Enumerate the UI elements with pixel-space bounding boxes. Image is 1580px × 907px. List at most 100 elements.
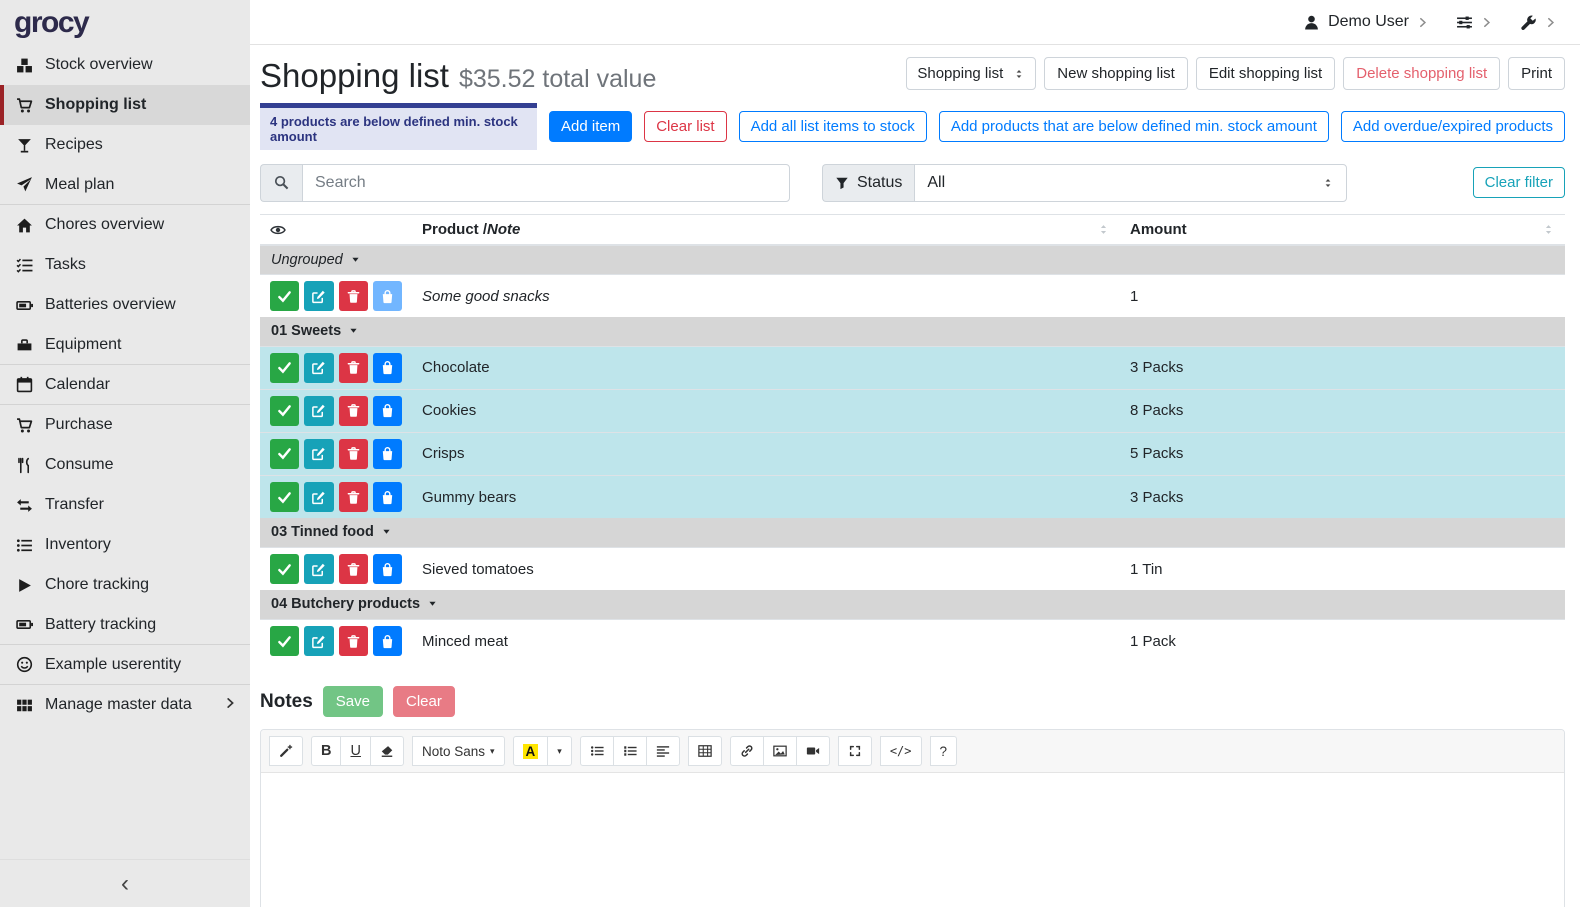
edit-icon (311, 490, 326, 505)
sidebar-item-calendar[interactable]: Calendar (0, 365, 250, 405)
sidebar-item-example-userentity[interactable]: Example userentity (0, 645, 250, 685)
group-header-01-sweets[interactable]: 01 Sweets (260, 317, 1565, 346)
add-row-to-stock-button[interactable] (373, 482, 402, 512)
status-filter-label: Status (822, 164, 914, 202)
sidebar-item-chores-overview[interactable]: Chores overview (0, 205, 250, 245)
edit-row-button[interactable] (304, 554, 333, 584)
sidebar-item-batteries-overview[interactable]: Batteries overview (0, 285, 250, 325)
add-overdue-expired-products-button[interactable]: Add overdue/expired products (1341, 111, 1565, 142)
mark-row-done-button[interactable] (270, 353, 299, 383)
mark-row-done-button[interactable] (270, 626, 299, 656)
editor-text-area[interactable] (261, 773, 1564, 907)
edit-shopping-list-button[interactable]: Edit shopping list (1196, 57, 1335, 90)
user-menu[interactable]: Demo User (1303, 13, 1428, 31)
sidebar-item-inventory[interactable]: Inventory (0, 525, 250, 565)
sort-icon[interactable] (1097, 223, 1110, 236)
bold-button[interactable]: B (311, 736, 341, 766)
sidebar-item-manage-master-data[interactable]: Manage master data (0, 685, 250, 725)
clear-filter-button[interactable]: Clear filter (1473, 167, 1565, 198)
notes-section-header: Notes Save Clear (260, 686, 1565, 717)
add-row-to-stock-button[interactable] (373, 626, 402, 656)
add-row-to-stock-button[interactable] (373, 353, 402, 383)
sort-icon[interactable] (1542, 223, 1555, 236)
sidebar-item-chore-tracking[interactable]: Chore tracking (0, 565, 250, 605)
mark-row-done-button[interactable] (270, 396, 299, 426)
mark-row-done-button[interactable] (270, 554, 299, 584)
insert-table-button[interactable] (688, 736, 722, 766)
insert-link-button[interactable] (730, 736, 764, 766)
add-products-that-are-below-defined-min-stock-amount-button[interactable]: Add products that are below defined min.… (939, 111, 1329, 142)
sidebar-item-battery-tracking[interactable]: Battery tracking (0, 605, 250, 645)
add-all-list-items-to-stock-button[interactable]: Add all list items to stock (739, 111, 927, 142)
add-row-to-stock-button[interactable] (373, 281, 402, 311)
clear-list-button[interactable]: Clear list (644, 111, 726, 142)
grocy-logo[interactable]: grocy (14, 6, 88, 40)
notes-clear-button[interactable]: Clear (393, 686, 455, 717)
ordered-list-button[interactable] (613, 736, 647, 766)
magic-style-button[interactable] (269, 736, 303, 766)
sidebar-item-recipes[interactable]: Recipes (0, 125, 250, 165)
edit-row-button[interactable] (304, 439, 333, 469)
delete-row-button[interactable] (339, 396, 368, 426)
sidebar-item-meal-plan[interactable]: Meal plan (0, 165, 250, 205)
caret-down-icon (350, 253, 361, 269)
add-row-to-stock-button[interactable] (373, 439, 402, 469)
settings-menu[interactable] (1456, 14, 1492, 31)
chevron-right-icon (1545, 17, 1556, 28)
admin-menu[interactable] (1520, 14, 1556, 31)
status-filter-select[interactable]: All (914, 164, 1347, 202)
clear-formatting-button[interactable] (370, 736, 404, 766)
delete-row-button[interactable] (339, 626, 368, 656)
edit-row-button[interactable] (304, 626, 333, 656)
sidebar-item-equipment[interactable]: Equipment (0, 325, 250, 365)
edit-icon (311, 289, 326, 304)
delete-row-button[interactable] (339, 353, 368, 383)
sidebar-item-stock-overview[interactable]: Stock overview (0, 45, 250, 85)
group-header-04-butchery-products[interactable]: 04 Butchery products (260, 590, 1565, 619)
edit-row-button[interactable] (304, 281, 333, 311)
sidebar-collapse-button[interactable]: ‹ (0, 859, 250, 907)
edit-row-button[interactable] (304, 353, 333, 383)
edit-row-button[interactable] (304, 482, 333, 512)
group-header-03-tinned-food[interactable]: 03 Tinned food (260, 518, 1565, 547)
product-column-header[interactable]: Product / Note (412, 214, 1120, 245)
font-family-button[interactable]: Noto Sans▾ (412, 736, 505, 766)
notes-save-button[interactable]: Save (323, 686, 383, 717)
underline-button[interactable]: U (340, 736, 370, 766)
mark-row-done-button[interactable] (270, 281, 299, 311)
sidebar-item-tasks[interactable]: Tasks (0, 245, 250, 285)
edit-row-button[interactable] (304, 396, 333, 426)
new-shopping-list-button[interactable]: New shopping list (1044, 57, 1188, 90)
sidebar-item-purchase[interactable]: Purchase (0, 405, 250, 445)
delete-row-button[interactable] (339, 439, 368, 469)
print-button[interactable]: Print (1508, 57, 1565, 90)
paragraph-style-button[interactable] (646, 736, 680, 766)
help-button[interactable]: ? (930, 736, 958, 766)
sidebar-item-shopping-list[interactable]: Shopping list (0, 85, 250, 125)
add-row-to-stock-button[interactable] (373, 554, 402, 584)
unordered-list-button[interactable] (580, 736, 614, 766)
mark-row-done-button[interactable] (270, 439, 299, 469)
highlight-color-button[interactable]: A (513, 736, 549, 766)
group-header-ungrouped[interactable]: Ungrouped (260, 245, 1565, 274)
insert-video-button[interactable] (796, 736, 830, 766)
visibility-column-header[interactable] (260, 214, 412, 245)
mark-row-done-button[interactable] (270, 482, 299, 512)
shopping-list-select[interactable]: Shopping list (906, 57, 1036, 90)
delete-shopping-list-button[interactable]: Delete shopping list (1343, 57, 1500, 90)
add-item-button[interactable]: Add item (549, 111, 632, 142)
code-view-button[interactable]: </> (880, 736, 922, 766)
bag-icon (380, 562, 395, 577)
color-picker-button[interactable]: ▾ (547, 736, 572, 766)
amount-column-header[interactable]: Amount (1120, 214, 1565, 245)
add-row-to-stock-button[interactable] (373, 396, 402, 426)
sidebar-item-transfer[interactable]: Transfer (0, 485, 250, 525)
delete-row-button[interactable] (339, 554, 368, 584)
insert-picture-button[interactable] (763, 736, 797, 766)
bag-icon (380, 490, 395, 505)
sidebar-item-consume[interactable]: Consume (0, 445, 250, 485)
delete-row-button[interactable] (339, 281, 368, 311)
search-input[interactable] (302, 164, 790, 202)
delete-row-button[interactable] (339, 482, 368, 512)
fullscreen-button[interactable] (838, 736, 872, 766)
